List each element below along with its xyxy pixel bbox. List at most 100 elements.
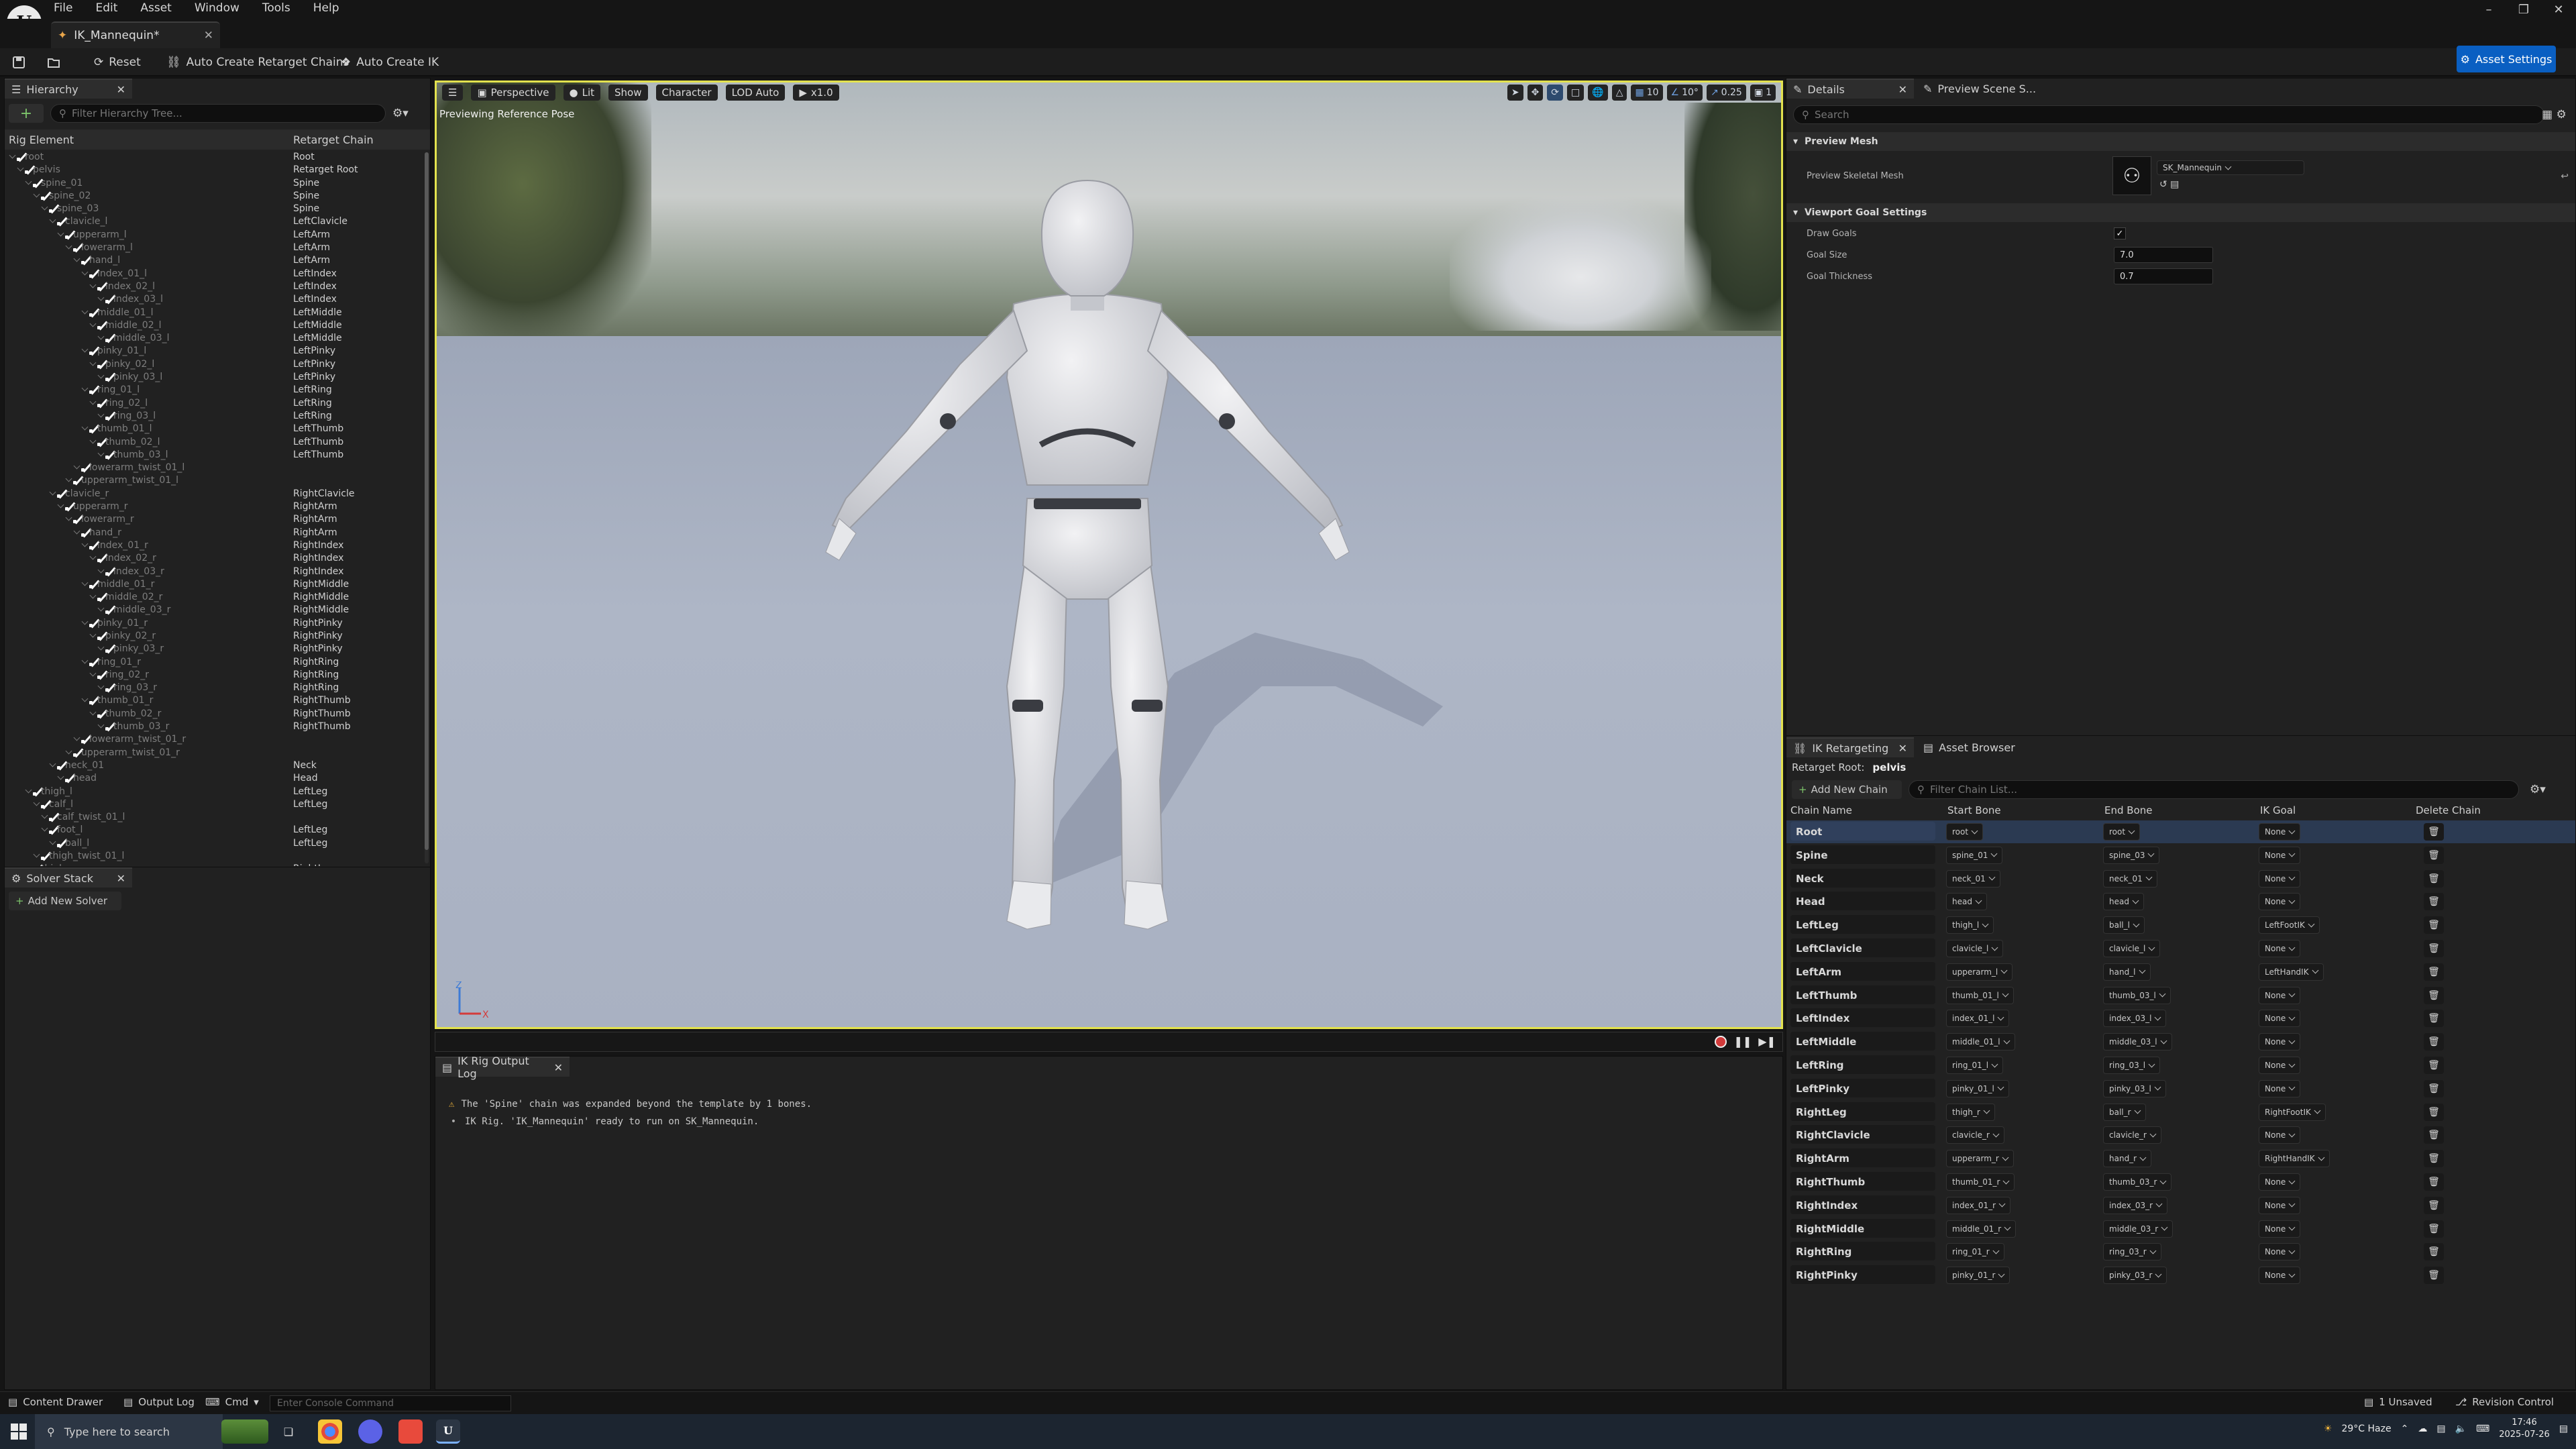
- expand-arrow-icon[interactable]: [81, 346, 89, 353]
- chain-settings-icon[interactable]: ⚙▾: [2530, 783, 2546, 796]
- chain-name-field[interactable]: RightLeg: [1790, 1102, 1935, 1121]
- end-bone-dropdown[interactable]: head: [2103, 893, 2144, 911]
- draw-goals-checkbox[interactable]: ✓: [2114, 227, 2126, 239]
- chain-row[interactable]: RightClavicle clavicle_r clavicle_r None 🗑: [1786, 1124, 2575, 1146]
- viewport-menu-button[interactable]: ☰: [442, 85, 464, 101]
- unreal-taskbar-icon[interactable]: U: [436, 1419, 460, 1444]
- end-bone-dropdown[interactable]: thumb_03_r: [2103, 1173, 2172, 1191]
- chain-name-field[interactable]: LeftArm: [1790, 961, 1935, 981]
- start-bone-dropdown[interactable]: pinky_01_r: [1946, 1267, 2010, 1285]
- hierarchy-row[interactable]: ring_03_r RightRing: [5, 682, 421, 694]
- delete-chain-button[interactable]: 🗑: [2424, 1103, 2444, 1121]
- expand-arrow-icon[interactable]: [89, 359, 97, 366]
- hierarchy-row[interactable]: thumb_03_r RightThumb: [5, 720, 421, 733]
- hierarchy-row[interactable]: ring_01_r RightRing: [5, 656, 421, 669]
- hierarchy-row[interactable]: thumb_02_r RightThumb: [5, 708, 421, 720]
- expand-arrow-icon[interactable]: [49, 217, 56, 223]
- hierarchy-row[interactable]: pinky_03_l LeftPinky: [5, 371, 421, 384]
- delete-chain-button[interactable]: 🗑: [2424, 1220, 2444, 1238]
- hierarchy-row[interactable]: pelvis Retarget Root: [5, 164, 421, 176]
- chain-name-field[interactable]: RightMiddle: [1790, 1218, 1935, 1238]
- close-panel-icon[interactable]: ✕: [1898, 83, 1907, 96]
- chain-name-field[interactable]: RightThumb: [1790, 1172, 1935, 1191]
- hierarchy-row[interactable]: thumb_01_l LeftThumb: [5, 423, 421, 435]
- expand-arrow-icon[interactable]: [81, 423, 89, 431]
- delete-chain-button[interactable]: 🗑: [2424, 963, 2444, 981]
- delete-chain-button[interactable]: 🗑: [2424, 1196, 2444, 1214]
- hierarchy-settings-icon[interactable]: ⚙▾: [392, 107, 409, 120]
- hierarchy-row[interactable]: calf_l LeftLeg: [5, 798, 421, 811]
- maximize-icon[interactable]: ❐: [2506, 0, 2541, 19]
- hierarchy-row[interactable]: upperarm_l LeftArm: [5, 229, 421, 241]
- hierarchy-row[interactable]: hand_r RightArm: [5, 527, 421, 539]
- expand-arrow-icon[interactable]: [89, 398, 97, 405]
- expand-arrow-icon[interactable]: [89, 437, 97, 443]
- tab-ik-retargeting[interactable]: ⛓ IK Retargeting ✕: [1786, 737, 1914, 757]
- expand-arrow-icon[interactable]: [97, 449, 105, 457]
- hierarchy-row[interactable]: middle_03_r RightMiddle: [5, 604, 421, 616]
- hierarchy-row[interactable]: thigh_twist_01_l: [5, 850, 421, 863]
- asset-settings-button[interactable]: ⚙ Asset Settings: [2457, 46, 2556, 72]
- add-new-chain-button[interactable]: + Add New Chain: [1792, 780, 1902, 799]
- perspective-button[interactable]: ▣ Perspective: [471, 85, 555, 101]
- start-bone-dropdown[interactable]: ring_01_r: [1946, 1243, 2004, 1261]
- chain-row[interactable]: Neck neck_01 neck_01 None 🗑: [1786, 867, 2575, 890]
- start-bone-dropdown[interactable]: upperarm_r: [1946, 1150, 2014, 1168]
- delete-chain-button[interactable]: 🗑: [2424, 1079, 2444, 1097]
- ik-goal-dropdown[interactable]: None: [2259, 1267, 2301, 1285]
- chain-row[interactable]: LeftRing ring_01_l ring_03_l None 🗑: [1786, 1054, 2575, 1077]
- start-bone-dropdown[interactable]: root: [1946, 823, 1984, 841]
- expand-arrow-icon[interactable]: [89, 708, 97, 716]
- hierarchy-row[interactable]: thigh_r RightLeg: [5, 863, 421, 866]
- clock[interactable]: 17:46 2025-07-26: [2499, 1417, 2550, 1441]
- chrome-icon[interactable]: [318, 1419, 342, 1444]
- hierarchy-scrollbar[interactable]: [425, 152, 429, 863]
- menu-help[interactable]: Help: [313, 1, 339, 15]
- details-search-input[interactable]: ⚲ Search: [1793, 105, 2544, 124]
- output-log-button[interactable]: ▤ Output Log: [123, 1396, 195, 1408]
- console-command-input[interactable]: Enter Console Command: [270, 1395, 511, 1411]
- play-speed-button[interactable]: ▶ x1.0: [793, 85, 839, 101]
- chain-row[interactable]: Head head head None 🗑: [1786, 890, 2575, 913]
- expand-arrow-icon[interactable]: [89, 669, 97, 677]
- hierarchy-row[interactable]: clavicle_l LeftClavicle: [5, 215, 421, 228]
- end-bone-dropdown[interactable]: neck_01: [2103, 869, 2157, 888]
- chain-name-field[interactable]: Spine: [1790, 845, 1935, 864]
- retarget-root-value[interactable]: pelvis: [1872, 761, 1906, 773]
- tray-apps-icon[interactable]: ☁: [2418, 1424, 2427, 1434]
- expand-arrow-icon[interactable]: [73, 527, 80, 535]
- expand-arrow-icon[interactable]: [65, 475, 72, 482]
- expand-arrow-icon[interactable]: [41, 824, 48, 832]
- ik-goal-dropdown[interactable]: None: [2259, 869, 2301, 888]
- viewport[interactable]: ☰ ▣ Perspective ● Lit Show Character LOD A…: [435, 80, 1783, 1029]
- expand-arrow-icon[interactable]: [97, 604, 105, 612]
- hierarchy-row[interactable]: index_02_l LeftIndex: [5, 280, 421, 293]
- start-bone-dropdown[interactable]: thumb_01_l: [1946, 986, 2014, 1004]
- tab-details[interactable]: ✎ Details ✕: [1786, 78, 1914, 99]
- ik-goal-dropdown[interactable]: None: [2259, 1196, 2301, 1214]
- ik-goal-dropdown[interactable]: LeftHandIK: [2259, 963, 2324, 981]
- start-bone-dropdown[interactable]: thigh_l: [1946, 916, 1994, 934]
- expand-arrow-icon[interactable]: [97, 643, 105, 651]
- delete-chain-button[interactable]: 🗑: [2424, 1126, 2444, 1144]
- document-tab[interactable]: ✦ IK_Mannequin* ✕: [51, 21, 220, 48]
- delete-chain-button[interactable]: 🗑: [2424, 916, 2444, 934]
- end-bone-dropdown[interactable]: ball_r: [2103, 1103, 2146, 1121]
- menu-window[interactable]: Window: [195, 1, 239, 15]
- chain-name-field[interactable]: LeftRing: [1790, 1055, 1935, 1074]
- end-bone-dropdown[interactable]: thumb_03_l: [2103, 986, 2171, 1004]
- delete-chain-button[interactable]: 🗑: [2424, 1173, 2444, 1191]
- hierarchy-row[interactable]: middle_01_r RightMiddle: [5, 578, 421, 591]
- pause-icon[interactable]: ❚❚: [1733, 1035, 1752, 1048]
- chain-name-field[interactable]: RightRing: [1790, 1242, 1935, 1261]
- ik-goal-dropdown[interactable]: RightFootIK: [2259, 1103, 2326, 1121]
- hierarchy-row[interactable]: neck_01 Neck: [5, 759, 421, 772]
- hierarchy-row[interactable]: thumb_01_r RightThumb: [5, 694, 421, 707]
- expand-arrow-icon[interactable]: [81, 540, 89, 547]
- details-view-options-icon[interactable]: ▦ ⚙: [2542, 108, 2567, 121]
- expand-arrow-icon[interactable]: [57, 501, 64, 508]
- chain-row[interactable]: LeftArm upperarm_l hand_l LeftHandIK 🗑: [1786, 961, 2575, 983]
- end-bone-dropdown[interactable]: hand_l: [2103, 963, 2151, 981]
- hierarchy-row[interactable]: thigh_l LeftLeg: [5, 786, 421, 798]
- hierarchy-row[interactable]: pinky_01_r RightPinky: [5, 617, 421, 630]
